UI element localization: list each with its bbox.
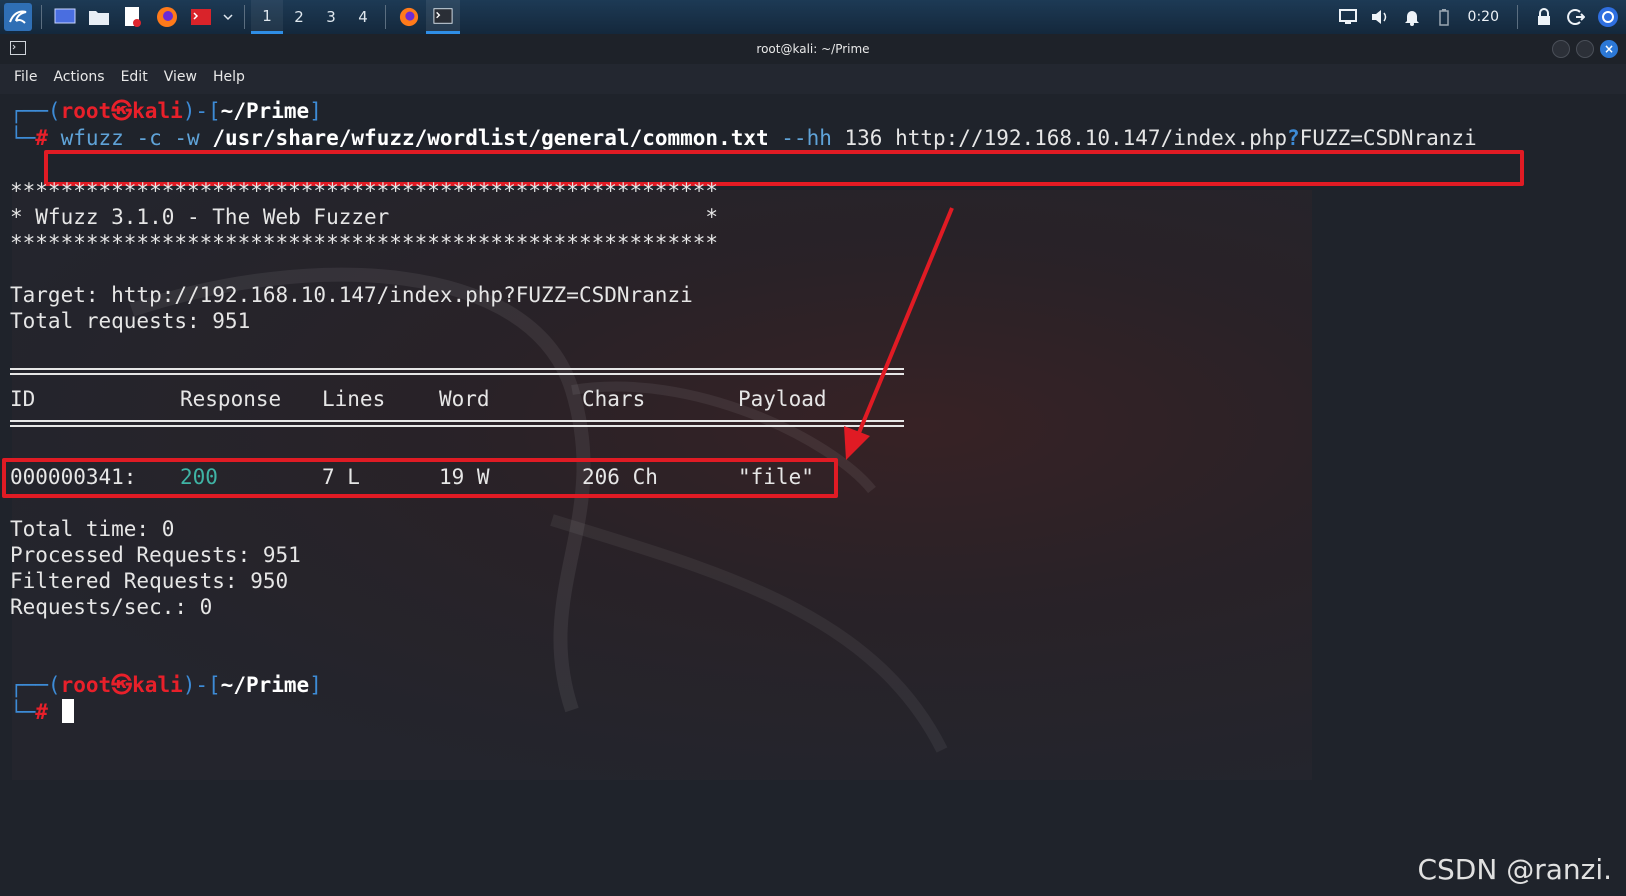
col-response: Response — [180, 387, 282, 411]
prompt-path: ~/Prime — [220, 673, 310, 697]
firefox-icon[interactable] — [153, 3, 181, 31]
col-word: Word — [439, 387, 490, 411]
battery-icon[interactable] — [1432, 5, 1456, 29]
prompt-user: root — [60, 673, 112, 697]
command-qmark: ? — [1287, 126, 1300, 150]
close-button[interactable]: × — [1600, 40, 1618, 58]
kali-menu-icon[interactable] — [4, 3, 32, 31]
command-flags: -c -w — [123, 126, 213, 150]
prompt-mid: )-[ — [182, 673, 221, 697]
menu-edit[interactable]: Edit — [121, 69, 148, 85]
prompt-skull: ㉿ — [111, 99, 133, 123]
menu-actions[interactable]: Actions — [53, 69, 104, 85]
command-hh-flag: --hh — [768, 126, 832, 150]
col-chars: Chars — [582, 387, 646, 411]
system-tray: 0:20 — [1336, 0, 1626, 34]
clock[interactable]: 0:20 — [1468, 9, 1499, 25]
command-query: FUZZ=CSDNranzi — [1299, 126, 1477, 150]
browser-tray-icon[interactable] — [1596, 5, 1620, 29]
lock-icon[interactable] — [1532, 5, 1556, 29]
prompt-hash: # — [35, 700, 48, 724]
window-controls: × — [1552, 40, 1618, 58]
prompt-close: ] — [309, 99, 322, 123]
taskbar-separator — [41, 5, 42, 29]
taskbar: 1 2 3 4 0:20 — [0, 0, 1626, 34]
maximize-button[interactable] — [1576, 40, 1594, 58]
task-terminal[interactable] — [426, 0, 460, 34]
prompt-close: ] — [309, 673, 322, 697]
col-lines: Lines — [322, 387, 386, 411]
bell-icon[interactable] — [1400, 5, 1424, 29]
workspace-4[interactable]: 4 — [347, 0, 379, 34]
banner-stars-bottom: ****************************************… — [10, 231, 719, 255]
volume-icon[interactable] — [1368, 5, 1392, 29]
prompt-skull: ㉿ — [111, 673, 133, 697]
terminal-window: root@kali: ~/Prime × File Actions Edit V… — [0, 34, 1626, 896]
prompt-open: ┌──( — [10, 673, 61, 697]
terminal-cursor — [62, 699, 74, 723]
window-title: root@kali: ~/Prime — [756, 42, 870, 56]
workspace-2[interactable]: 2 — [283, 0, 315, 34]
prompt-hash: # — [35, 126, 48, 150]
workspace-3[interactable]: 3 — [315, 0, 347, 34]
terminal-window-icon — [10, 41, 26, 58]
summary-processed: Processed Requests: 951 — [10, 543, 301, 567]
summary-filtered: Filtered Requests: 950 — [10, 569, 289, 593]
prompt-open: ┌──( — [10, 99, 61, 123]
close-icon: × — [1603, 42, 1615, 56]
prompt-host: kali — [132, 673, 183, 697]
menu-help[interactable]: Help — [213, 69, 245, 85]
prompt-user: root — [60, 99, 112, 123]
terminal-output[interactable]: ┌──(root㉿kali)-[~/Prime] └─# wfuzz -c -w… — [0, 94, 1626, 896]
taskbar-separator — [385, 5, 386, 29]
prompt-host: kali — [132, 99, 183, 123]
arrow-annotation — [844, 207, 954, 460]
minimize-button[interactable] — [1552, 40, 1570, 58]
terminal-icon — [433, 7, 453, 24]
prompt-corner: └─ — [10, 126, 36, 150]
task-firefox[interactable] — [392, 0, 426, 34]
taskbar-separator — [244, 5, 245, 29]
total-requests-line: Total requests: 951 — [10, 309, 251, 333]
col-payload: Payload — [738, 387, 827, 411]
prompt-mid: )-[ — [182, 99, 221, 123]
col-id: ID — [10, 387, 36, 411]
prompt-path: ~/Prime — [220, 99, 310, 123]
result-highlight-box — [2, 458, 838, 498]
table-divider-top — [10, 368, 904, 375]
text-editor-icon[interactable] — [119, 3, 147, 31]
table-divider-bottom — [10, 420, 904, 427]
prompt-line-2: ┌──(root㉿kali)-[~/Prime] — [10, 672, 322, 698]
firefox-icon — [399, 7, 419, 27]
show-desktop-icon[interactable] — [51, 3, 79, 31]
command-line: └─# wfuzz -c -w /usr/share/wfuzz/wordlis… — [10, 125, 1477, 151]
taskbar-separator — [1517, 5, 1518, 29]
summary-total-time: Total time: 0 — [10, 517, 175, 541]
file-manager-icon[interactable] — [85, 3, 113, 31]
chevron-down-icon[interactable] — [221, 3, 235, 31]
prompt-corner: └─ — [10, 700, 36, 724]
prompt-input-line[interactable]: └─# — [10, 699, 48, 725]
logout-icon[interactable] — [1564, 5, 1588, 29]
menu-file[interactable]: File — [14, 69, 37, 85]
summary-rate: Requests/sec.: 0 — [10, 595, 213, 619]
terminal-emulator-icon[interactable] — [187, 3, 215, 31]
banner-title: * Wfuzz 3.1.0 - The Web Fuzzer * — [10, 205, 719, 229]
command-url: 136 http://192.168.10.147/index.php — [831, 126, 1288, 150]
command-wordlist: /usr/share/wfuzz/wordlist/general/common… — [212, 126, 769, 150]
workspace-1[interactable]: 1 — [251, 0, 283, 34]
screen-icon[interactable] — [1336, 5, 1360, 29]
prompt-line: ┌──(root㉿kali)-[~/Prime] — [10, 98, 322, 124]
banner-stars-top: ****************************************… — [10, 179, 719, 203]
command-program: wfuzz — [60, 126, 124, 150]
menu-view[interactable]: View — [164, 69, 197, 85]
csdn-watermark: CSDN @ranzi. — [1417, 853, 1612, 886]
menu-bar: File Actions Edit View Help — [0, 64, 1626, 90]
window-titlebar[interactable]: root@kali: ~/Prime × — [0, 34, 1626, 64]
target-line: Target: http://192.168.10.147/index.php?… — [10, 283, 693, 307]
